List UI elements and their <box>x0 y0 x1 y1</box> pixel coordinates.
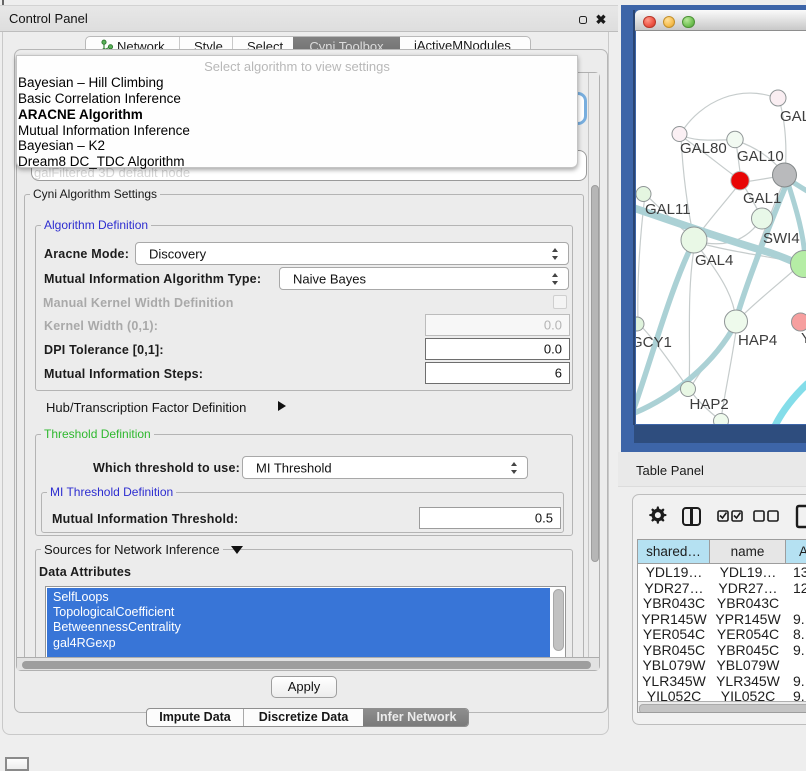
svg-text:HAP2: HAP2 <box>690 396 729 413</box>
svg-text:GAL2: GAL2 <box>780 108 806 125</box>
svg-text:GAL80: GAL80 <box>680 140 727 157</box>
svg-text:GAL4: GAL4 <box>695 252 733 269</box>
svg-text:GAL1: GAL1 <box>743 190 781 207</box>
svg-text:HAP4: HAP4 <box>738 332 777 349</box>
svg-text:GAL11: GAL11 <box>645 201 691 218</box>
svg-text:GCY1: GCY1 <box>636 334 672 351</box>
svg-text:SWI4: SWI4 <box>763 230 800 247</box>
svg-text:GAL10: GAL10 <box>737 148 784 165</box>
svg-text:Y: Y <box>801 330 806 347</box>
